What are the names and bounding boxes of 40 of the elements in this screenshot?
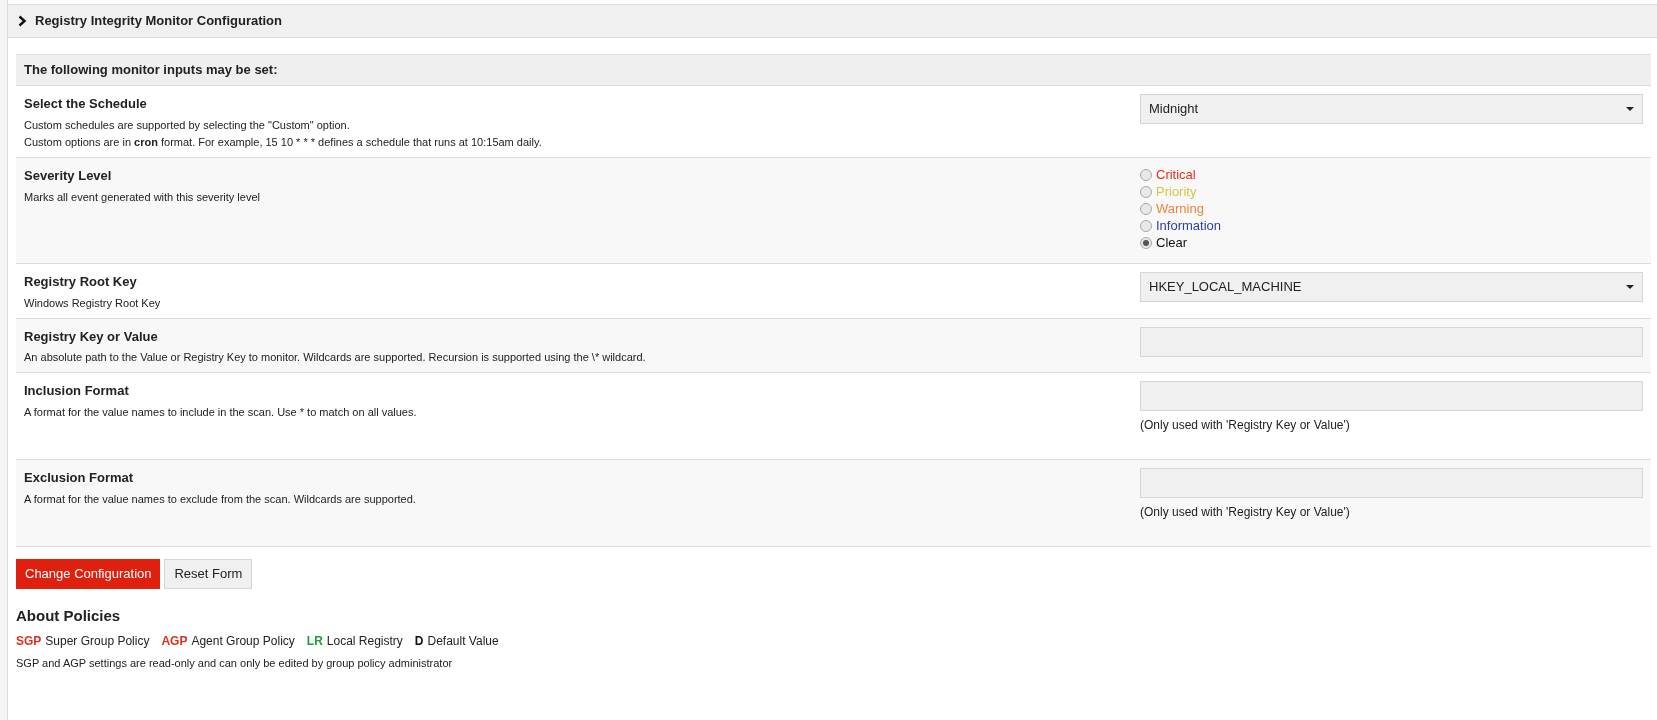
input-field[interactable]: [1140, 468, 1643, 498]
field-label: Severity Level: [24, 167, 113, 185]
panel-header[interactable]: Registry Integrity Monitor Configuration: [8, 4, 1657, 38]
caret-icon: [1626, 285, 1634, 289]
field-description: Custom options are in cron format. For example, 15 10 * * * defines a schedule that runs at 10:15am daily.: [24, 134, 543, 150]
field-note: (Only used with 'Registry Key or Value'): [1140, 504, 1351, 521]
policy-name: Default Value: [427, 632, 499, 650]
dropdown[interactable]: HKEY_LOCAL_MACHINE: [1140, 272, 1643, 302]
policy-name: Super Group Policy: [45, 632, 150, 650]
reset-button[interactable]: Reset Form: [164, 559, 253, 589]
field-description: An absolute path to the Value or Registry Key to monitor. Wildcards are supported. Recursion is supported using the \* wildcard.: [24, 350, 647, 365]
change-configuration-button[interactable]: Change Configuration: [16, 559, 161, 589]
field-label: Registry Root Key: [24, 273, 138, 291]
field-description: A format for the value names to exclude from the scan. Wildcards are supported.: [24, 491, 417, 507]
radio-option[interactable]: Clear: [1140, 234, 1643, 251]
input-field[interactable]: [1140, 381, 1643, 411]
dropdown[interactable]: Midnight: [1140, 94, 1643, 124]
policy-code: SGP: [16, 632, 42, 650]
policy-name: Agent Group Policy: [191, 632, 295, 650]
section-title: About Policies: [16, 606, 122, 626]
policy-code: D: [414, 632, 424, 650]
field-label: Exclusion Format: [24, 469, 135, 487]
field-description: Windows Registry Root Key: [24, 295, 162, 311]
policy-code: LR: [306, 632, 323, 650]
policy-note: SGP and AGP settings are read-only and can only be edited by group policy administrator: [16, 655, 454, 671]
panel-title: Registry Integrity Monitor Configuration: [35, 12, 282, 31]
field-description: Marks all event generated with this severity level: [24, 189, 261, 205]
policy-code: AGP: [161, 632, 188, 650]
policy-name: Local Registry: [326, 632, 403, 650]
field-description: Custom schedules are supported by selecting the "Custom" option.: [24, 117, 351, 133]
caret-icon: [1626, 107, 1634, 111]
radio-option[interactable]: Information: [1140, 217, 1643, 234]
form-heading: The following monitor inputs may be set:: [16, 54, 1651, 86]
field-label: Registry Key or Value: [24, 327, 159, 346]
field-label: Select the Schedule: [24, 95, 148, 113]
input-field[interactable]: [1140, 326, 1643, 357]
field-label: Inclusion Format: [24, 382, 130, 400]
field-description: A format for the value names to include in the scan. Use * to match on all values.: [24, 404, 418, 420]
field-note: (Only used with 'Registry Key or Value'): [1140, 417, 1351, 434]
radio-option[interactable]: Critical: [1140, 166, 1643, 183]
